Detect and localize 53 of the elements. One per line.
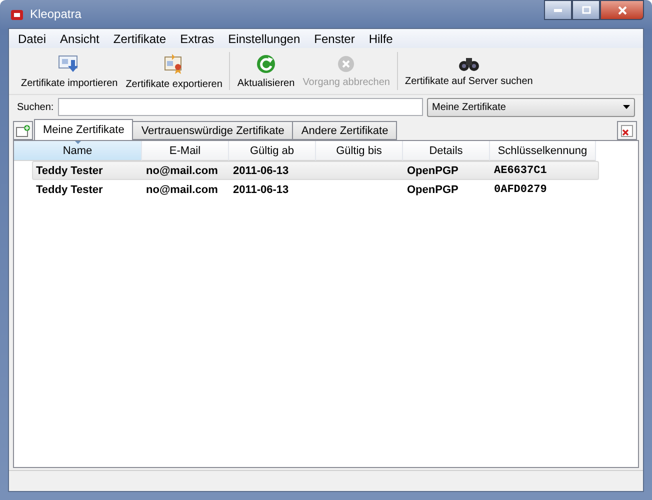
menu-item[interactable]: Extras xyxy=(173,32,222,46)
table-cell: 2011-06-13 xyxy=(233,164,289,176)
table-cell: Teddy Tester xyxy=(36,184,103,196)
close-icon xyxy=(618,6,626,14)
menu-item[interactable]: Einstellungen xyxy=(221,32,308,46)
column-header[interactable]: Name xyxy=(14,141,142,161)
menu-item[interactable]: Hilfe xyxy=(362,32,400,46)
tab[interactable]: Andere Zertifikate xyxy=(292,121,398,140)
table-cell: no@mail.com xyxy=(146,164,218,176)
menu-item[interactable]: Ansicht xyxy=(53,32,106,46)
filter-dropdown[interactable]: Meine Zertifikate xyxy=(427,98,635,116)
tab[interactable]: Meine Zertifikate xyxy=(34,119,134,140)
dropdown-arrow-icon xyxy=(623,105,630,109)
column-header[interactable]: Gültig bis xyxy=(316,141,403,161)
menu-item[interactable]: Fenster xyxy=(307,32,362,46)
cancel-icon xyxy=(337,54,356,72)
table-row[interactable]: Teddy Tester no@mail.com 2011-06-13 OpenPGP 0AFD0279 xyxy=(32,180,599,199)
column-header[interactable]: Gültig ab xyxy=(229,141,316,161)
refresh-icon xyxy=(256,54,276,74)
close-tab-icon xyxy=(621,124,633,136)
certificate-import-icon xyxy=(58,54,80,74)
new-tab-button[interactable] xyxy=(13,121,33,140)
close-button[interactable] xyxy=(600,0,644,20)
table-cell: OpenPGP xyxy=(407,184,458,196)
table-cell: OpenPGP xyxy=(407,164,458,176)
column-header[interactable]: Schlüsselkennung xyxy=(490,141,596,161)
maximize-button[interactable] xyxy=(572,0,600,20)
minimize-icon xyxy=(554,8,562,12)
column-header[interactable]: E-Mail xyxy=(142,141,229,161)
table-cell: no@mail.com xyxy=(146,184,218,196)
app-icon xyxy=(10,7,24,21)
sort-arrow-icon xyxy=(74,141,80,144)
close-tab-button[interactable] xyxy=(617,121,637,140)
toolbar-button[interactable]: Zertifikate importieren xyxy=(17,48,122,94)
minimize-button[interactable] xyxy=(544,0,572,20)
tab[interactable]: Vertrauenswürdige Zertifikate xyxy=(132,121,294,140)
menu-item[interactable]: Datei xyxy=(11,32,54,46)
maximize-icon xyxy=(582,6,590,14)
window-title: Kleopatra xyxy=(30,7,82,21)
binoculars-icon xyxy=(458,56,480,72)
toolbar-button[interactable]: Zertifikate exportieren xyxy=(122,48,226,94)
table-row[interactable]: Teddy Tester no@mail.com 2011-06-13 OpenPGP AE6637C1 xyxy=(32,161,599,180)
table-cell: 2011-06-13 xyxy=(233,184,289,196)
table-cell: Teddy Tester xyxy=(36,164,103,176)
column-header[interactable]: Details xyxy=(403,141,490,161)
menu-item[interactable]: Zertifikate xyxy=(106,32,174,46)
table-cell: AE6637C1 xyxy=(494,164,547,176)
toolbar-button[interactable]: Aktualisieren xyxy=(233,48,299,94)
search-label: Suchen: xyxy=(17,102,54,112)
table-cell: 0AFD0279 xyxy=(494,184,547,196)
new-tab-icon xyxy=(16,124,30,136)
search-field[interactable] xyxy=(58,98,423,116)
toolbar-button[interactable]: Zertifikate auf Server suchen xyxy=(400,48,537,94)
